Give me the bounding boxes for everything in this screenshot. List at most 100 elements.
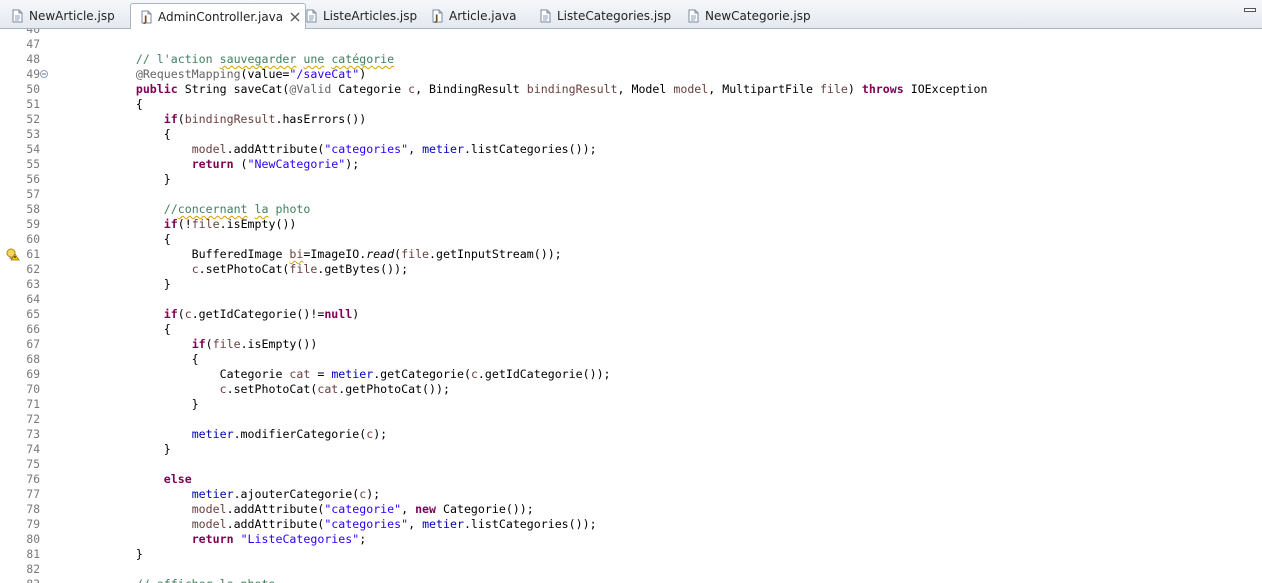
code-token: une xyxy=(303,52,325,66)
code-line[interactable]: 57 xyxy=(0,187,1262,202)
code-line[interactable]: 65 if(c.getIdCategorie()!=null) xyxy=(0,307,1262,322)
code-line[interactable]: 59 if(!file.isEmpty()) xyxy=(0,217,1262,232)
code-line[interactable]: 60 { xyxy=(0,232,1262,247)
code-line[interactable]: 62 c.setPhotoCat(file.getBytes()); xyxy=(0,262,1262,277)
code-token: "ListeCategories" xyxy=(240,532,360,546)
code-token: , xyxy=(401,502,416,516)
code-text: if(!file.isEmpty()) xyxy=(80,217,297,232)
tab-listecategories-jsp[interactable]: ListeCategories.jsp xyxy=(530,3,671,28)
code-text: if(c.getIdCategorie()!=null) xyxy=(80,307,359,322)
code-text: model.addAttribute("categorie", new Cate… xyxy=(80,502,534,517)
tab-newcategorie-jsp[interactable]: NewCategorie.jsp xyxy=(678,3,811,28)
code-line[interactable]: 83 // afficher la photo xyxy=(0,577,1262,583)
code-token: cat xyxy=(289,367,311,381)
code-token: metier xyxy=(191,427,234,441)
code-line[interactable]: 50 public String saveCat(@Valid Categori… xyxy=(0,82,1262,97)
code-token: "categories" xyxy=(324,142,409,156)
code-line[interactable]: 68 { xyxy=(0,352,1262,367)
line-number: 65 xyxy=(26,308,40,321)
java-file-icon: J xyxy=(432,9,443,23)
code-token: "/saveCat" xyxy=(289,67,360,81)
code-line[interactable]: 63 } xyxy=(0,277,1262,292)
code-token: file xyxy=(191,217,220,231)
code-token: model xyxy=(191,502,227,516)
code-line[interactable]: 78 model.addAttribute("categorie", new C… xyxy=(0,502,1262,517)
warning-lightbulb-icon[interactable] xyxy=(6,248,20,261)
code-line[interactable]: 51 { xyxy=(0,97,1262,112)
code-token: ( xyxy=(177,112,185,126)
code-line[interactable]: 56 } xyxy=(0,172,1262,187)
code-token: (value= xyxy=(240,67,290,81)
code-token: .getBytes()); xyxy=(317,262,409,276)
code-line[interactable]: 72 xyxy=(0,412,1262,427)
code-token: file xyxy=(819,82,848,96)
line-number: 50 xyxy=(26,83,40,96)
code-token: model xyxy=(191,517,227,531)
code-token: Categorie()); xyxy=(436,502,534,516)
line-number: 59 xyxy=(26,218,40,231)
code-line[interactable]: 80 return "ListeCategories"; xyxy=(0,532,1262,547)
code-line[interactable]: 67 if(file.isEmpty()) xyxy=(0,337,1262,352)
code-line[interactable]: 82 xyxy=(0,562,1262,577)
code-line[interactable]: 49 @RequestMapping(value="/saveCat") xyxy=(0,67,1262,82)
code-line[interactable]: 47 xyxy=(0,37,1262,52)
collapse-fold-icon[interactable] xyxy=(40,70,48,78)
code-token: file xyxy=(212,337,241,351)
line-number: 63 xyxy=(26,278,40,291)
code-token: , xyxy=(408,142,423,156)
code-token: .addAttribute( xyxy=(226,517,325,531)
line-number: 71 xyxy=(26,398,40,411)
code-token: file xyxy=(289,262,318,276)
tab-article-java[interactable]: J Article.java xyxy=(422,3,516,28)
code-line[interactable]: 79 model.addAttribute("categories", meti… xyxy=(0,517,1262,532)
code-token: .addAttribute( xyxy=(226,502,325,516)
code-line[interactable]: 77 metier.ajouterCategorie(c); xyxy=(0,487,1262,502)
code-line[interactable]: 81 } xyxy=(0,547,1262,562)
code-line[interactable]: 58 //concernant la photo xyxy=(0,202,1262,217)
tab-listearticles-jsp[interactable]: ListeArticles.jsp xyxy=(296,3,417,28)
code-line[interactable]: 74 } xyxy=(0,442,1262,457)
code-token: "NewCategorie" xyxy=(247,157,346,171)
code-line[interactable]: 53 { xyxy=(0,127,1262,142)
code-line[interactable]: 76 else xyxy=(0,472,1262,487)
code-line[interactable]: 64 xyxy=(0,292,1262,307)
code-token: // l'action xyxy=(135,52,220,66)
code-text: @RequestMapping(value="/saveCat") xyxy=(80,67,366,82)
code-token: c xyxy=(191,262,199,276)
code-text: metier.ajouterCategorie(c); xyxy=(80,487,380,502)
line-number: 72 xyxy=(26,413,40,426)
code-line[interactable]: 75 xyxy=(0,457,1262,472)
code-line[interactable]: 73 metier.modifierCategorie(c); xyxy=(0,427,1262,442)
code-line[interactable]: 61 BufferedImage bi=ImageIO.read(file.ge… xyxy=(0,247,1262,262)
code-line[interactable]: 69 Categorie cat = metier.getCategorie(c… xyxy=(0,367,1262,382)
code-line[interactable]: 54 model.addAttribute("categories", meti… xyxy=(0,142,1262,157)
code-text: else xyxy=(80,472,192,487)
code-line[interactable]: 48 // l'action sauvegarder une catégorie xyxy=(0,52,1262,67)
code-token: ( xyxy=(233,157,248,171)
minimize-icon[interactable] xyxy=(1244,6,1256,14)
code-line[interactable]: 52 if(bindingResult.hasErrors()) xyxy=(0,112,1262,127)
tab-newarticle-jsp[interactable]: NewArticle.jsp xyxy=(2,3,115,28)
code-editor[interactable]: 46 47 48 // l'action sauvegarder une catég… xyxy=(0,29,1262,583)
line-number: 75 xyxy=(26,458,40,471)
code-line[interactable]: 71 } xyxy=(0,397,1262,412)
tab-admincontroller-java[interactable]: J AdminController.java xyxy=(130,3,307,29)
code-line[interactable]: 66 { xyxy=(0,322,1262,337)
code-line[interactable]: 46 xyxy=(0,29,1262,37)
code-text: { xyxy=(80,127,171,142)
code-line[interactable]: 55 return ("NewCategorie"); xyxy=(0,157,1262,172)
code-token: metier xyxy=(191,487,234,501)
code-text: if(file.isEmpty()) xyxy=(80,337,318,352)
code-token: .listCategories()); xyxy=(463,142,597,156)
code-token: } xyxy=(80,397,199,411)
code-token: throws xyxy=(861,82,904,96)
code-token: la xyxy=(254,202,269,216)
code-text: return "ListeCategories"; xyxy=(80,532,367,547)
code-line[interactable]: 70 c.setPhotoCat(cat.getPhotoCat()); xyxy=(0,382,1262,397)
line-number: 80 xyxy=(26,533,40,546)
code-token: { xyxy=(80,127,171,141)
